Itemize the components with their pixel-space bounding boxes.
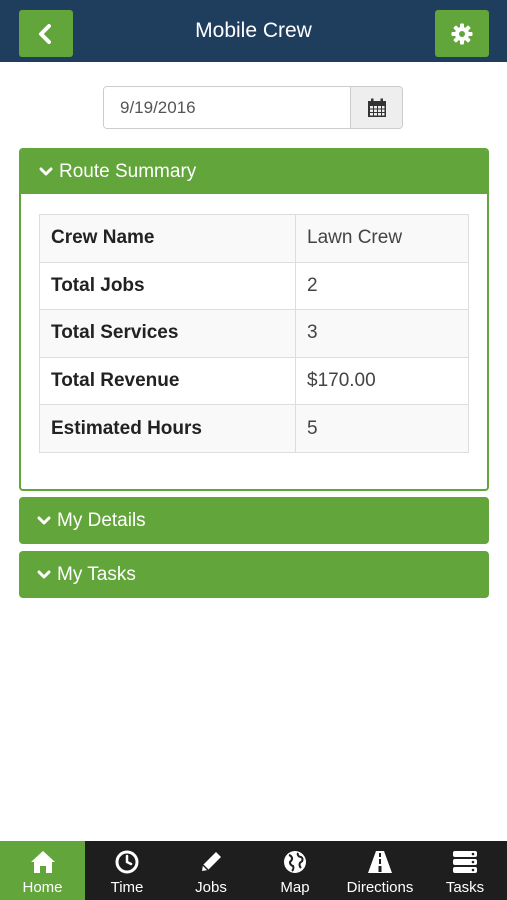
settings-button[interactable] — [435, 10, 489, 57]
row-value: Lawn Crew — [295, 214, 469, 263]
row-value: 2 — [295, 261, 469, 311]
my-tasks-header[interactable]: My Tasks — [19, 551, 489, 598]
page-title: Mobile Crew — [195, 19, 312, 42]
row-label: Total Revenue — [39, 356, 296, 406]
row-value: $170.00 — [295, 356, 469, 406]
row-value: 5 — [295, 404, 469, 453]
calendar-icon — [367, 98, 386, 117]
my-tasks-panel: My Tasks — [19, 551, 489, 598]
chevron-down-icon — [39, 166, 53, 178]
my-details-title: My Details — [57, 509, 146, 531]
nav-tasks[interactable]: Tasks — [423, 841, 507, 900]
date-input[interactable] — [104, 87, 350, 128]
date-picker — [103, 86, 403, 129]
row-label: Total Jobs — [39, 261, 296, 311]
table-row: Crew Name Lawn Crew — [39, 214, 469, 263]
nav-map-label: Map — [280, 879, 310, 896]
nav-tasks-label: Tasks — [445, 879, 485, 896]
nav-time[interactable]: Time — [85, 841, 169, 900]
tasks-icon — [452, 849, 478, 875]
nav-map[interactable]: Map — [253, 841, 337, 900]
route-summary-header[interactable]: Route Summary — [21, 150, 487, 194]
chevron-down-icon — [37, 515, 51, 527]
route-summary-panel: Route Summary Crew Name Lawn Crew Total … — [19, 148, 489, 491]
nav-home[interactable]: Home — [0, 841, 85, 900]
row-label: Crew Name — [39, 214, 296, 263]
nav-directions[interactable]: Directions — [337, 841, 423, 900]
table-row: Estimated Hours 5 — [39, 404, 469, 453]
nav-home-label: Home — [22, 879, 63, 896]
table-row: Total Revenue $170.00 — [39, 356, 469, 406]
route-summary-title: Route Summary — [59, 161, 197, 182]
pencil-icon — [199, 849, 223, 875]
app-root: Mobile Crew 9/19/2016 Route Summary Crew… — [0, 0, 507, 900]
row-label: Estimated Hours — [39, 404, 296, 453]
my-details-header[interactable]: My Details — [19, 497, 489, 544]
nav-jobs[interactable]: Jobs — [169, 841, 253, 900]
gear-icon — [451, 23, 473, 44]
nav-time-label: Time — [110, 879, 144, 896]
route-summary-table: Crew Name Lawn Crew Total Jobs 2 Total S… — [39, 214, 469, 453]
row-label: Total Services — [39, 309, 296, 358]
home-icon — [30, 849, 56, 875]
calendar-button[interactable] — [350, 87, 402, 128]
table-row: Total Services 3 — [39, 309, 469, 358]
clock-icon — [115, 849, 139, 875]
nav-directions-label: Directions — [346, 879, 414, 896]
globe-icon — [283, 849, 307, 875]
row-value: 3 — [295, 309, 469, 358]
my-details-panel: My Details — [19, 497, 489, 544]
my-tasks-title: My Tasks — [57, 563, 136, 585]
nav-jobs-label: Jobs — [195, 879, 227, 896]
road-icon — [367, 849, 393, 875]
chevron-down-icon — [37, 569, 51, 581]
top-header: Mobile Crew — [0, 0, 507, 62]
table-row: Total Jobs 2 — [39, 261, 469, 311]
bottom-nav: Home Time Jobs Map Directions Tasks — [0, 841, 507, 900]
